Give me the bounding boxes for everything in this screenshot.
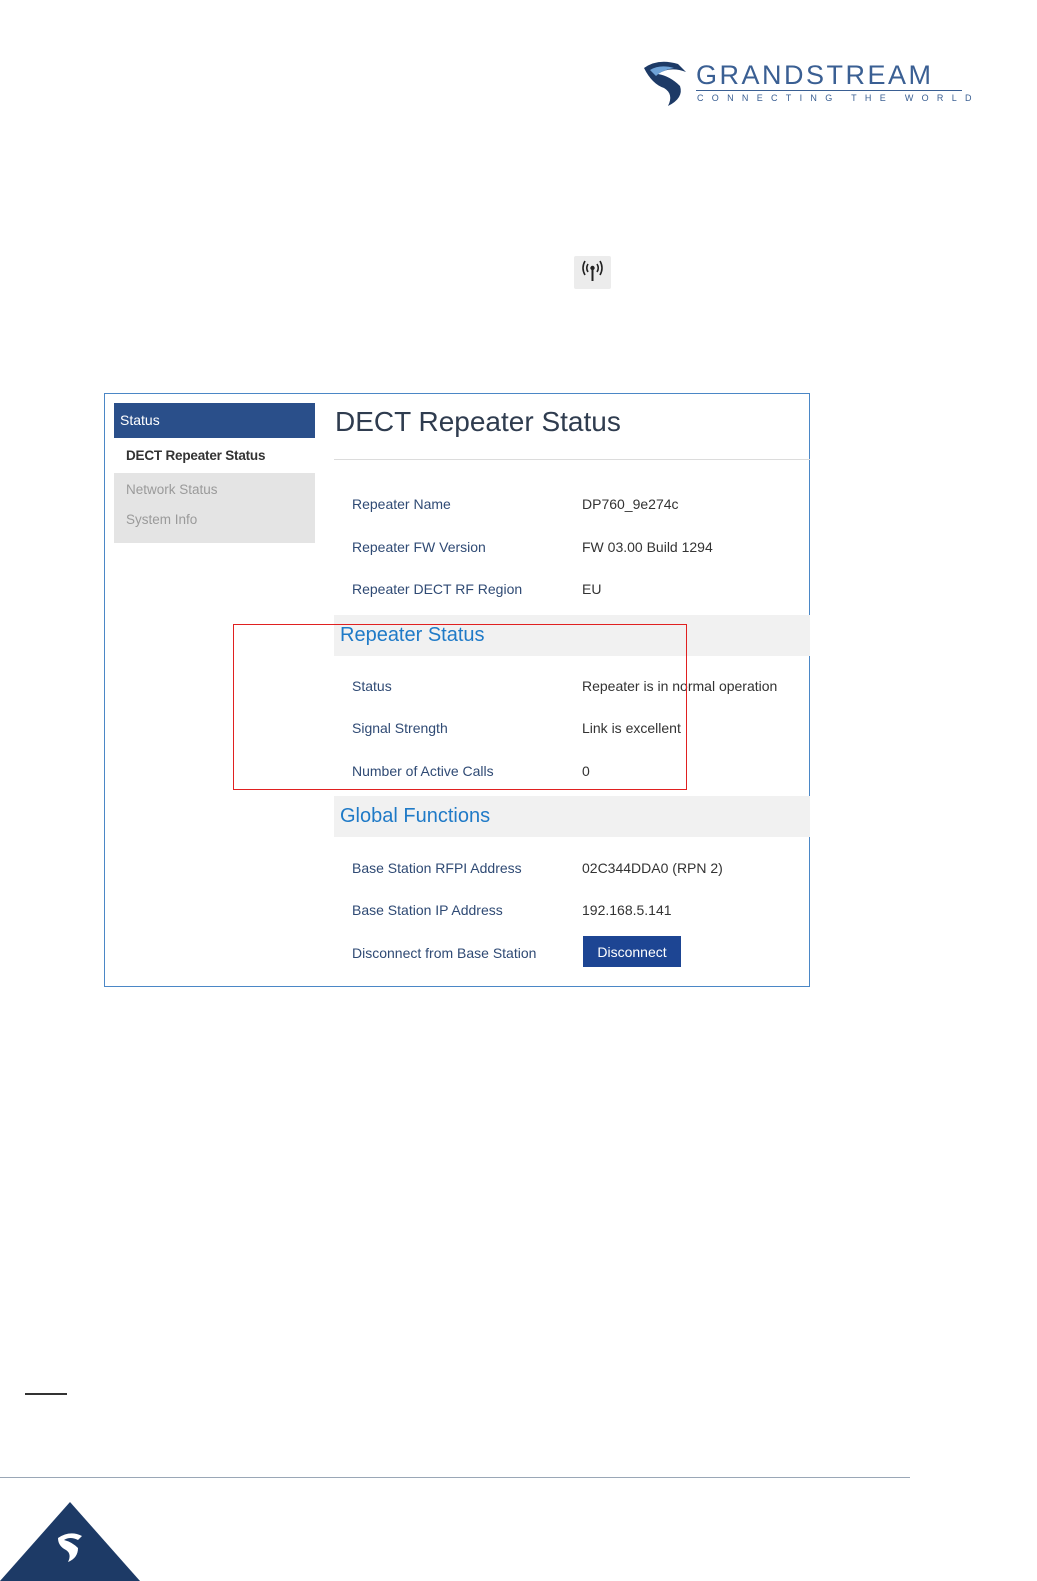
highlight-annotation-box [233,624,687,790]
section-global-functions: Global Functions [334,796,810,837]
signal-antenna-icon [574,256,611,289]
global-row-disconnect: Disconnect from Base Station [352,945,812,965]
info-label: Repeater FW Version [352,539,486,555]
disconnect-button[interactable]: Disconnect [583,936,681,967]
title-divider [334,459,810,460]
global-row-rfpi-address: Base Station RFPI Address 02C344DDA0 (RP… [352,860,812,880]
info-value: FW 03.00 Build 1294 [582,539,713,555]
global-label: Base Station IP Address [352,902,503,918]
section-title-global-functions: Global Functions [340,805,491,827]
sidebar-item-dect-repeater-status[interactable]: DECT Repeater Status [114,438,315,473]
sidebar-header-status[interactable]: Status [114,403,315,438]
brand-tagline: CONNECTING THE WORLD [697,93,980,103]
info-label: Repeater DECT RF Region [352,581,523,597]
info-row-fw-version: Repeater FW Version FW 03.00 Build 1294 [352,539,812,559]
info-row-repeater-name: Repeater Name DP760_9e274c [352,496,812,516]
grandstream-logo: GRANDSTREAM CONNECTING THE WORLD [640,56,972,112]
brand-name: GRANDSTREAM [696,60,934,90]
brand-divider [696,90,962,91]
global-label: Disconnect from Base Station [352,945,537,961]
page-title: DECT Repeater Status [335,406,621,437]
global-value: 192.168.5.141 [582,902,672,918]
grandstream-logo-icon [644,61,686,106]
info-value: DP760_9e274c [582,496,679,512]
global-row-ip-address: Base Station IP Address 192.168.5.141 [352,902,812,922]
sidebar-item-network-status[interactable]: Network Status [114,477,315,507]
footer-divider [0,1477,910,1478]
info-row-rf-region: Repeater DECT RF Region EU [352,581,812,601]
sidebar: Status DECT Repeater Status Network Stat… [114,403,315,543]
info-label: Repeater Name [352,496,451,512]
note-underline [25,1393,67,1395]
sidebar-group: Network Status System Info [114,473,315,543]
info-value: EU [582,581,602,597]
global-label: Base Station RFPI Address [352,860,522,876]
footer-logo-icon [0,1502,140,1581]
sidebar-item-system-info[interactable]: System Info [114,507,315,537]
global-value: 02C344DDA0 (RPN 2) [582,860,723,876]
